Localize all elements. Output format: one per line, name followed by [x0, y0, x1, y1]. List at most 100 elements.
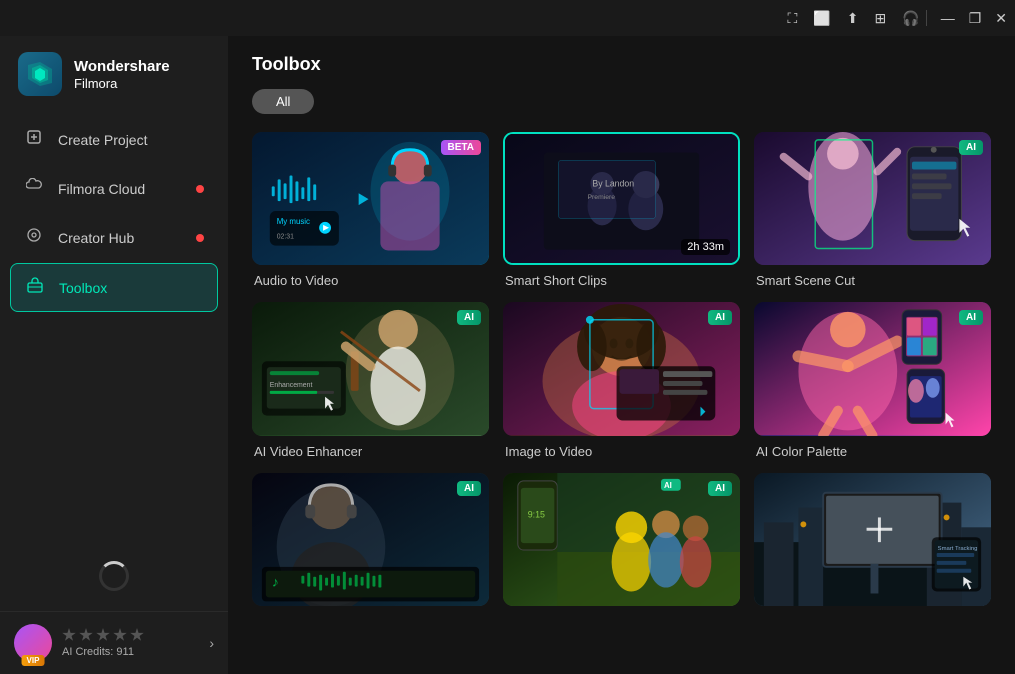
ai-video-illustration: Enhancement — [252, 302, 489, 435]
vip-badge: VIP — [22, 655, 45, 666]
tool7-illustration: ♪ — [252, 473, 489, 606]
tool-card-wrapper-ai-video: Enhancement AI AI Video Enhancer — [252, 302, 489, 458]
tool-card-image-to-video[interactable]: AI — [503, 302, 740, 435]
badge-beta-audio: BETA — [441, 140, 481, 155]
sidebar-item-filmora-cloud[interactable]: Filmora Cloud — [10, 165, 218, 212]
footer-arrow[interactable]: › — [209, 635, 214, 651]
image-to-video-illustration — [503, 302, 740, 435]
tool-name-ai-color: AI Color Palette — [754, 436, 991, 459]
logo-title: Wondershare — [74, 58, 170, 76]
thumb-tool8: 9:15 — [503, 473, 740, 606]
tool-card-wrapper-tool8: 9:15 — [503, 473, 740, 614]
creator-hub-badge — [196, 234, 204, 242]
sidebar-loading — [0, 551, 228, 611]
tool-card-smart-scene-cut[interactable]: AI — [754, 132, 991, 265]
sidebar-nav: Create Project Filmora Cloud — [0, 116, 228, 312]
badge-ai-tool7: AI — [457, 481, 481, 496]
thumb-smart-scene — [754, 132, 991, 265]
sidebar: Wondershare Filmora Create Project — [0, 36, 228, 674]
badge-ai-tool8: AI — [708, 481, 732, 496]
sidebar-item-toolbox[interactable]: Toolbox — [10, 263, 218, 312]
title-bar: ⛶ ⬜ ⬆ ⊞ 🎧 — ❐ ✕ — [0, 0, 1015, 36]
filter-bar: All — [252, 89, 991, 114]
badge-ai-video: AI — [457, 310, 481, 325]
content-area: Toolbox All — [228, 36, 1015, 674]
share-icon[interactable]: ⛶ — [788, 10, 798, 27]
logo-subtitle: Filmora — [74, 76, 170, 91]
grid-icon[interactable]: ⊞ — [875, 10, 887, 27]
star-3 — [96, 628, 110, 642]
tool-card-ai-color-palette[interactable]: AI — [754, 302, 991, 435]
svg-text:AI: AI — [664, 480, 672, 489]
filmora-cloud-badge — [196, 185, 204, 193]
avatar-wrap: VIP — [14, 624, 52, 662]
sidebar-item-creator-hub[interactable]: Creator Hub — [10, 214, 218, 261]
star-4 — [113, 628, 127, 642]
ai-credits-label: AI Credits: 911 — [62, 646, 144, 658]
logo-text: Wondershare Filmora — [74, 58, 170, 91]
svg-text:♪: ♪ — [272, 573, 279, 589]
badge-ai-scene: AI — [959, 140, 983, 155]
monitor-icon[interactable]: ⬜ — [813, 10, 830, 27]
sidebar-label-create-project: Create Project — [58, 132, 147, 148]
filmora-cloud-icon — [24, 178, 44, 199]
title-bar-icons: ⛶ ⬜ ⬆ ⊞ 🎧 — [788, 10, 920, 27]
sidebar-label-creator-hub: Creator Hub — [58, 230, 134, 246]
svg-text:Smart Tracking: Smart Tracking — [938, 546, 978, 552]
tool-name-tool8 — [503, 606, 740, 614]
svg-text:By Landon: By Landon — [592, 179, 634, 189]
svg-text:9:15: 9:15 — [528, 509, 545, 519]
tool-name-smart-scene: Smart Scene Cut — [754, 265, 991, 288]
thumb-ai-video: Enhancement — [252, 302, 489, 435]
title-bar-controls: — ❐ ✕ — [941, 10, 1007, 27]
thumb-tool9: Smart Tracking — [754, 473, 991, 606]
sidebar-label-filmora-cloud: Filmora Cloud — [58, 181, 145, 197]
thumb-tool7: ♪ — [252, 473, 489, 606]
sidebar-item-create-project[interactable]: Create Project — [10, 116, 218, 163]
tool-name-ai-video: AI Video Enhancer — [252, 436, 489, 459]
star-1 — [62, 628, 76, 642]
svg-text:02:31: 02:31 — [277, 234, 294, 241]
loading-spinner — [99, 561, 129, 591]
tool-card-tool8[interactable]: 9:15 — [503, 473, 740, 606]
thumb-ai-color — [754, 302, 991, 435]
thumb-image-to-video — [503, 302, 740, 435]
minimize-button[interactable]: — — [941, 10, 955, 26]
tool-card-audio-to-video[interactable]: My music 02:31 BETA — [252, 132, 489, 265]
tool-card-wrapper-smart-scene: AI Smart Scene Cut — [754, 132, 991, 288]
tools-grid: My music 02:31 BETA Audio to Video — [252, 132, 991, 614]
tool-card-wrapper-tool9: Smart Tracking — [754, 473, 991, 614]
main-layout: Wondershare Filmora Create Project — [0, 36, 1015, 674]
close-button[interactable]: ✕ — [995, 10, 1007, 27]
toolbox-icon — [25, 277, 45, 298]
star-5 — [130, 628, 144, 642]
sidebar-label-toolbox: Toolbox — [59, 280, 107, 296]
tool-card-tool9[interactable]: Smart Tracking — [754, 473, 991, 606]
creator-hub-icon — [24, 227, 44, 248]
tool-card-wrapper-ai-color: AI AI Color Palette — [754, 302, 991, 458]
tool8-illustration: 9:15 — [503, 473, 740, 606]
tool-name-tool9 — [754, 606, 991, 614]
svg-text:Premiere: Premiere — [588, 194, 616, 201]
sidebar-logo: Wondershare Filmora — [0, 36, 228, 116]
grid-container: My music 02:31 BETA Audio to Video — [228, 126, 1015, 674]
tool-card-wrapper-audio-to-video: My music 02:31 BETA Audio to Video — [252, 132, 489, 288]
card-timestamp-smart-short: 2h 33m — [681, 239, 730, 255]
title-bar-divider — [926, 10, 927, 26]
sidebar-footer: VIP AI Credits: 911 › — [0, 611, 228, 674]
tool-card-ai-video-enhancer[interactable]: Enhancement AI — [252, 302, 489, 435]
filter-all[interactable]: All — [252, 89, 314, 114]
tool-name-image-to-video: Image to Video — [503, 436, 740, 459]
tool-card-wrapper-smart-short: By Landon Premiere 2h 33m Smart Short Cl… — [503, 132, 740, 288]
maximize-button[interactable]: ❐ — [969, 10, 982, 27]
tool-card-smart-short-clips[interactable]: By Landon Premiere 2h 33m — [503, 132, 740, 265]
tool-card-wrapper-image-to-video: AI Image to Video — [503, 302, 740, 458]
logo-icon — [18, 52, 62, 96]
tool-name-audio-to-video: Audio to Video — [252, 265, 489, 288]
tool-card-tool7[interactable]: ♪ AI — [252, 473, 489, 606]
badge-ai-image: AI — [708, 310, 732, 325]
upload-icon[interactable]: ⬆ — [847, 10, 859, 27]
badge-ai-color: AI — [959, 310, 983, 325]
headset-icon[interactable]: 🎧 — [902, 10, 919, 27]
ai-color-illustration — [754, 302, 991, 435]
